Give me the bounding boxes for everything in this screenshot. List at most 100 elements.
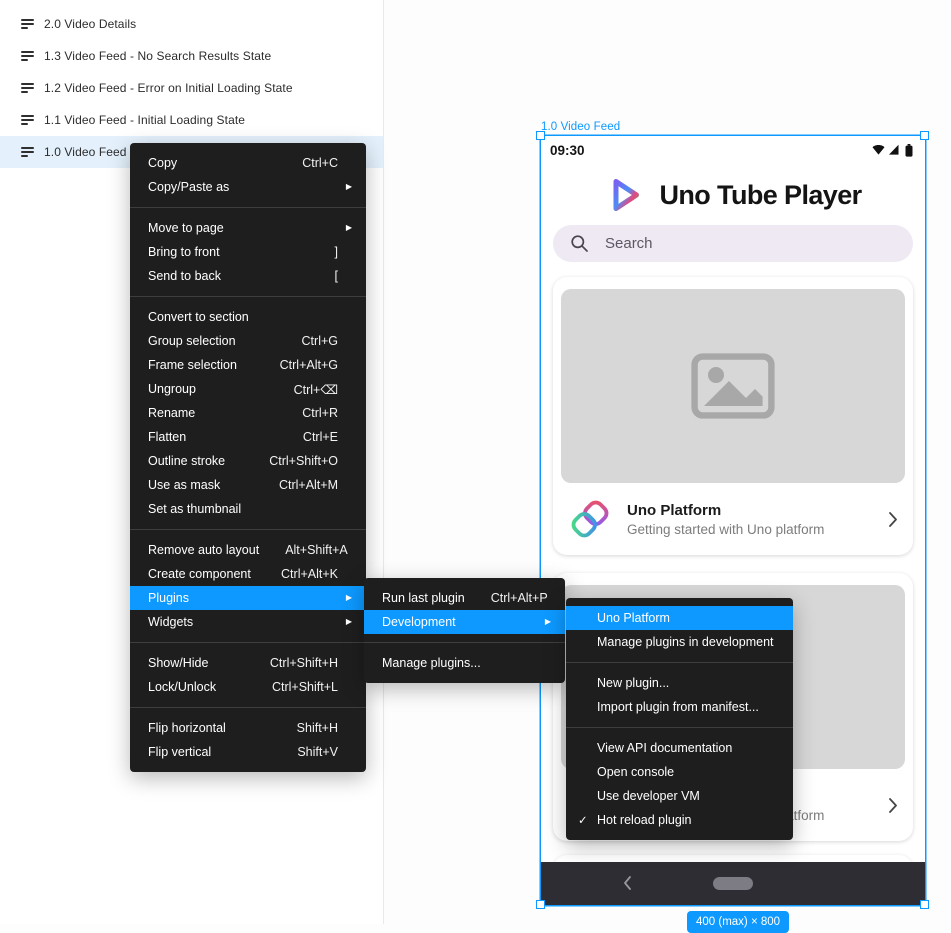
frame-title-label[interactable]: 1.0 Video Feed <box>541 121 620 133</box>
menu-item-label: Plugins <box>148 591 306 605</box>
menu-item-label: Import plugin from manifest... <box>597 700 759 714</box>
card-info-row: Uno Platform Getting started with Uno pl… <box>553 483 913 555</box>
menu-item-development[interactable]: Development ▶ <box>364 610 565 634</box>
menu-item-flip-vertical[interactable]: Flip vertical Shift+V <box>130 740 366 764</box>
selection-handle-bottom-right[interactable] <box>920 900 929 909</box>
menu-item-label: Flip vertical <box>148 745 271 759</box>
menu-item-label: Copy/Paste as <box>148 180 306 194</box>
back-chevron-icon[interactable] <box>623 875 632 891</box>
menu-item-label: Move to page <box>148 221 306 235</box>
menu-item-remove-auto-layout[interactable]: Remove auto layout Alt+Shift+A <box>130 538 366 562</box>
menu-item-copy[interactable]: Copy Ctrl+C <box>130 151 366 175</box>
menu-item-plugins[interactable]: Plugins ▶ <box>130 586 366 610</box>
menu-item-label: Lock/Unlock <box>148 680 246 694</box>
frame-layer-icon <box>21 115 34 125</box>
menu-item-move-to-page[interactable]: Move to page ▶ <box>130 216 366 240</box>
menu-item-use-as-mask[interactable]: Use as mask Ctrl+Alt+M <box>130 473 366 497</box>
menu-item-set-as-thumbnail[interactable]: Set as thumbnail <box>130 497 366 521</box>
menu-item-label: Flip horizontal <box>148 721 271 735</box>
menu-item-ungroup[interactable]: Ungroup Ctrl+⌫ <box>130 377 366 401</box>
menu-item-label: Create component <box>148 567 255 581</box>
menu-item-label: Bring to front <box>148 245 309 259</box>
menu-item-flip-horizontal[interactable]: Flip horizontal Shift+H <box>130 716 366 740</box>
frame-size-badge: 400 (max) × 800 <box>687 911 789 933</box>
menu-item-label: Uno Platform <box>597 611 739 625</box>
frame-layer-icon <box>21 51 34 61</box>
menu-item-shortcut: Alt+Shift+A <box>285 543 348 557</box>
menu-divider <box>130 529 366 530</box>
menu-item-shortcut: Ctrl+Alt+K <box>281 567 338 581</box>
menu-item-convert-to-section[interactable]: Convert to section <box>130 305 366 329</box>
menu-item-bring-to-front[interactable]: Bring to front ] <box>130 240 366 264</box>
card-title: Uno Platform <box>627 502 824 519</box>
card-subtitle: Getting started with Uno platform <box>627 522 824 537</box>
menu-divider <box>130 296 366 297</box>
layer-label: 1.3 Video Feed - No Search Results State <box>44 49 271 63</box>
menu-item-shortcut: ] <box>335 245 338 259</box>
menu-item-import-plugin-from-manifest[interactable]: Import plugin from manifest... <box>566 695 793 719</box>
submenu-arrow-icon: ▶ <box>545 618 551 626</box>
menu-divider <box>364 642 565 643</box>
menu-item-label: Show/Hide <box>148 656 244 670</box>
layer-row-2-0-video-details[interactable]: 2.0 Video Details <box>0 8 383 40</box>
menu-item-flatten[interactable]: Flatten Ctrl+E <box>130 425 366 449</box>
menu-item-shortcut: Ctrl+Shift+L <box>272 680 338 694</box>
menu-item-create-component[interactable]: Create component Ctrl+Alt+K <box>130 562 366 586</box>
selection-handle-top-left[interactable] <box>536 131 545 140</box>
layer-row-1-3-video-feed-no-search-results-state[interactable]: 1.3 Video Feed - No Search Results State <box>0 40 383 72</box>
menu-item-outline-stroke[interactable]: Outline stroke Ctrl+Shift+O <box>130 449 366 473</box>
layer-label: 1.2 Video Feed - Error on Initial Loadin… <box>44 81 293 95</box>
checkmark-icon: ✓ <box>578 813 597 827</box>
video-card[interactable]: Uno Platform Getting started with Uno pl… <box>553 277 913 555</box>
menu-item-shortcut: [ <box>335 269 338 283</box>
menu-item-frame-selection[interactable]: Frame selection Ctrl+Alt+G <box>130 353 366 377</box>
menu-item-copy-paste-as[interactable]: Copy/Paste as ▶ <box>130 175 366 199</box>
chevron-right-icon[interactable] <box>888 511 898 528</box>
card-text: Uno Platform Getting started with Uno pl… <box>627 502 824 537</box>
layer-label: 2.0 Video Details <box>44 17 136 31</box>
android-nav-bar[interactable] <box>541 862 925 905</box>
menu-item-widgets[interactable]: Widgets ▶ <box>130 610 366 634</box>
menu-item-open-console[interactable]: Open console <box>566 760 793 784</box>
submenu-arrow-icon: ▶ <box>346 224 352 232</box>
selection-handle-bottom-left[interactable] <box>536 900 545 909</box>
menu-item-new-plugin[interactable]: New plugin... <box>566 671 793 695</box>
menu-item-manage-plugins-in-development[interactable]: Manage plugins in development <box>566 630 793 654</box>
layer-label: 1.1 Video Feed - Initial Loading State <box>44 113 245 127</box>
menu-item-rename[interactable]: Rename Ctrl+R <box>130 401 366 425</box>
submenu-arrow-icon: ▶ <box>346 618 352 626</box>
menu-item-view-api-documentation[interactable]: View API documentation <box>566 736 793 760</box>
layer-row-1-1-video-feed-initial-loading-state[interactable]: 1.1 Video Feed - Initial Loading State <box>0 104 383 136</box>
menu-divider <box>130 642 366 643</box>
menu-item-shortcut: Shift+V <box>297 745 338 759</box>
menu-item-label: Set as thumbnail <box>148 502 312 516</box>
menu-item-hot-reload-plugin[interactable]: ✓ Hot reload plugin <box>566 808 793 832</box>
menu-item-label: Development <box>382 615 505 629</box>
selection-handle-top-right[interactable] <box>920 131 929 140</box>
menu-item-label: New plugin... <box>597 676 739 690</box>
context-menu: Copy Ctrl+C Copy/Paste as ▶ Move to page… <box>130 143 366 772</box>
menu-item-group-selection[interactable]: Group selection Ctrl+G <box>130 329 366 353</box>
chevron-right-icon[interactable] <box>888 797 898 814</box>
menu-item-shortcut: Ctrl+Shift+H <box>270 656 338 670</box>
menu-item-show-hide[interactable]: Show/Hide Ctrl+Shift+H <box>130 651 366 675</box>
menu-item-uno-platform[interactable]: Uno Platform <box>566 606 793 630</box>
home-indicator-pill[interactable] <box>713 877 753 890</box>
menu-divider <box>130 707 366 708</box>
image-placeholder-icon <box>691 353 775 419</box>
development-submenu: Uno Platform Manage plugins in developme… <box>566 598 793 840</box>
menu-item-shortcut: Ctrl+R <box>302 406 338 420</box>
layer-row-1-2-video-feed-error-on-initial-loading-state[interactable]: 1.2 Video Feed - Error on Initial Loadin… <box>0 72 383 104</box>
menu-divider <box>566 727 793 728</box>
menu-item-use-developer-vm[interactable]: Use developer VM <box>566 784 793 808</box>
menu-item-send-to-back[interactable]: Send to back [ <box>130 264 366 288</box>
menu-divider <box>130 207 366 208</box>
menu-item-lock-unlock[interactable]: Lock/Unlock Ctrl+Shift+L <box>130 675 366 699</box>
menu-item-manage-plugins[interactable]: Manage plugins... <box>364 651 565 675</box>
menu-item-label: Flatten <box>148 430 277 444</box>
menu-item-run-last-plugin[interactable]: Run last plugin Ctrl+Alt+P <box>364 586 565 610</box>
menu-item-label: Group selection <box>148 334 276 348</box>
menu-item-label: Use developer VM <box>597 789 739 803</box>
menu-item-label: Remove auto layout <box>148 543 259 557</box>
thumbnail-placeholder <box>561 289 905 483</box>
